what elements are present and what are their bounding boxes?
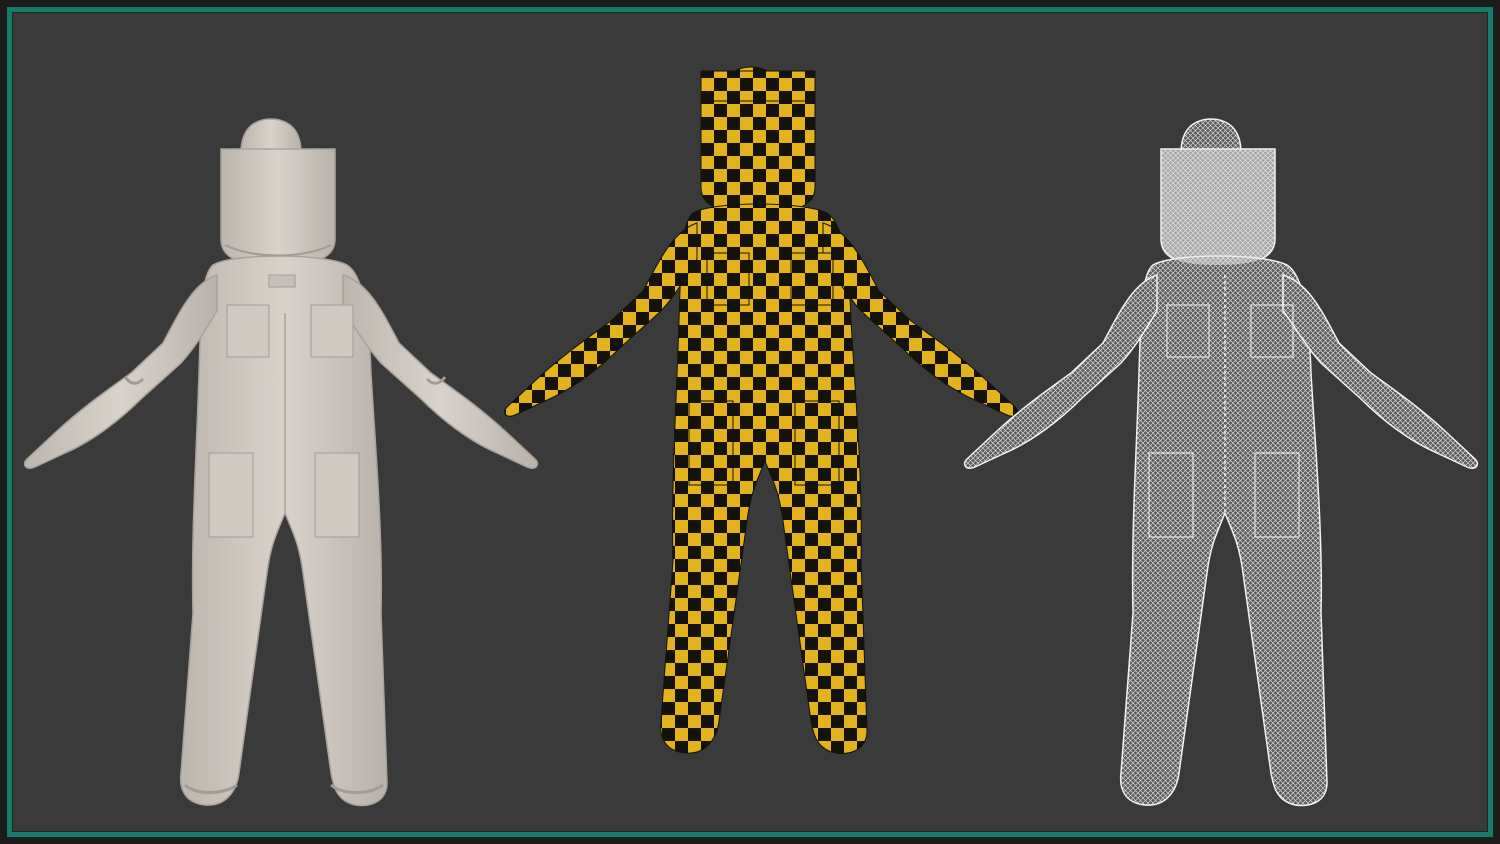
clay-suit-figure	[23, 118, 539, 807]
render-canvas	[0, 0, 1500, 844]
checker-suit-figure	[504, 66, 1018, 755]
wireframe-suit-figure	[963, 118, 1479, 807]
figures-svg	[23, 66, 1479, 807]
viewport	[12, 12, 1488, 832]
image-frame	[7, 7, 1493, 837]
